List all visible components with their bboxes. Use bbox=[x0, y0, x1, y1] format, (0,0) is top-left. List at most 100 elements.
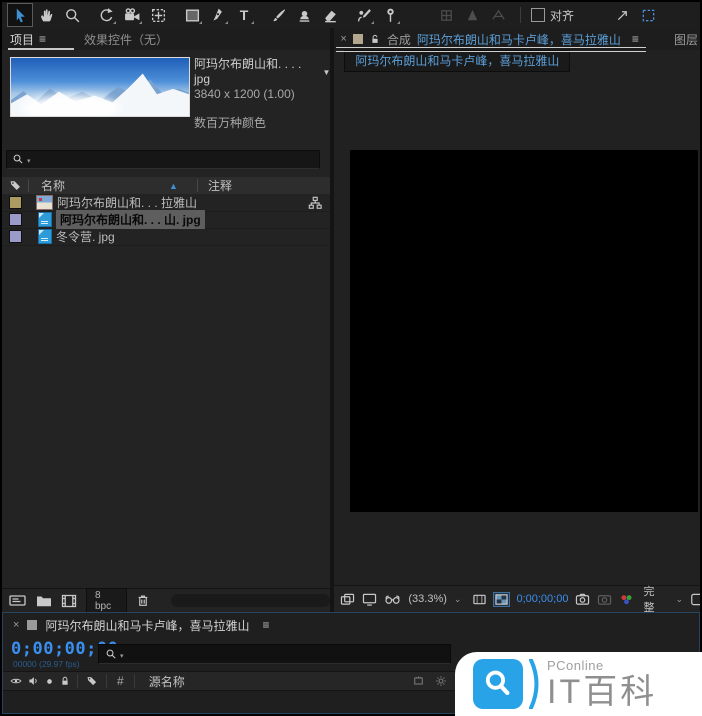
comp-tab-name[interactable]: 阿玛尔布朗山和马卡卢峰，喜马拉雅山 bbox=[417, 31, 621, 48]
resolution-value[interactable]: 完整 bbox=[643, 583, 654, 615]
project-footer: 8 bpc bbox=[2, 588, 330, 612]
panel-drag-square-icon[interactable] bbox=[27, 620, 37, 630]
magnifier-icon bbox=[64, 7, 81, 24]
selection-tool-button[interactable] bbox=[8, 4, 32, 26]
rectangle-tool-button[interactable] bbox=[180, 4, 204, 26]
tab-effect-controls[interactable]: 效果控件（无） bbox=[84, 31, 168, 48]
horizontal-scrollbar[interactable] bbox=[171, 594, 330, 607]
eraser-icon bbox=[322, 7, 339, 24]
frame-render-icon[interactable] bbox=[412, 675, 425, 687]
brush-tool-button[interactable] bbox=[266, 4, 290, 26]
sort-ascending-icon[interactable]: ▲ bbox=[169, 181, 197, 191]
label-column-tag-icon[interactable] bbox=[2, 179, 28, 192]
region-of-interest-button[interactable] bbox=[636, 4, 660, 26]
main-area: 项目 ≡ 效果控件（无） 阿玛尔布朗山和. . . . jpg ▼ 3840 x… bbox=[2, 28, 700, 612]
solo-icon[interactable] bbox=[44, 676, 55, 687]
comment-column-header[interactable]: 注释 bbox=[198, 177, 232, 194]
new-composition-icon[interactable] bbox=[61, 594, 77, 608]
composition-tabbar: × 合成 阿玛尔布朗山和马卡卢峰，喜马拉雅山 ≡ 图层 bbox=[334, 28, 700, 50]
footage-filename: 阿玛尔布朗山和. . . . jpg bbox=[194, 57, 314, 87]
trash-icon[interactable] bbox=[136, 593, 150, 608]
composition-viewer[interactable] bbox=[334, 72, 700, 585]
panel-menu-icon[interactable]: ≡ bbox=[39, 32, 46, 46]
monitor-icon[interactable] bbox=[362, 593, 377, 606]
search-icon bbox=[12, 153, 25, 166]
comp-breadcrumb[interactable]: 阿玛尔布朗山和马卡卢峰，喜马拉雅山 bbox=[344, 50, 570, 72]
transparency-grid-icon[interactable] bbox=[494, 593, 509, 606]
roi-icon[interactable] bbox=[472, 593, 487, 606]
hand-icon bbox=[38, 7, 55, 24]
clone-stamp-tool-button[interactable] bbox=[292, 4, 316, 26]
show-snapshot-icon[interactable] bbox=[597, 593, 612, 606]
footage-dimensions: 3840 x 1200 (1.00) bbox=[194, 87, 330, 102]
video-eye-icon[interactable] bbox=[9, 675, 23, 687]
project-panel: 项目 ≡ 效果控件（无） 阿玛尔布朗山和. . . . jpg ▼ 3840 x… bbox=[2, 28, 330, 612]
draft-3d-icon[interactable] bbox=[435, 675, 447, 687]
panel-drag-square-icon[interactable] bbox=[353, 34, 363, 44]
close-panel-icon[interactable]: × bbox=[13, 619, 19, 631]
snapshot-icon[interactable] bbox=[575, 593, 590, 606]
label-color-swatch[interactable] bbox=[9, 196, 22, 209]
3d-glasses-icon[interactable] bbox=[384, 593, 401, 606]
filename-dropdown-icon[interactable]: ▼ bbox=[322, 65, 330, 80]
snap-checkbox[interactable] bbox=[531, 8, 545, 22]
roto-brush-tool-button[interactable] bbox=[352, 4, 376, 26]
fast-previews-icon[interactable] bbox=[690, 593, 700, 606]
comp-tab-prefix: 合成 bbox=[387, 31, 411, 48]
item-label-selected[interactable]: 阿玛尔布朗山和. . . 山. jpg bbox=[56, 210, 205, 229]
new-folder-icon[interactable] bbox=[36, 594, 52, 608]
search-options-caret-icon[interactable]: ▾ bbox=[27, 157, 31, 165]
label-color-swatch[interactable] bbox=[9, 213, 22, 226]
rotation-tool-button[interactable] bbox=[94, 4, 118, 26]
magnification-dropdown-icon[interactable]: ⌄ bbox=[454, 594, 462, 605]
footage-color-depth: 数百万种颜色 bbox=[194, 116, 330, 131]
snap-toggle[interactable]: 对齐 bbox=[531, 7, 574, 24]
label-color-swatch[interactable] bbox=[9, 230, 22, 243]
puppet-pin-tool-button[interactable] bbox=[378, 4, 402, 26]
name-column-header[interactable]: 名称 bbox=[29, 177, 169, 194]
footage-preview-thumbnail[interactable] bbox=[10, 57, 190, 117]
composition-frame[interactable] bbox=[350, 150, 698, 512]
pan-behind-tool-button[interactable] bbox=[146, 4, 170, 26]
item-label[interactable]: 冬令营. jpg bbox=[56, 228, 115, 245]
label-column-tag-icon[interactable] bbox=[78, 675, 106, 687]
puppet-pin-icon bbox=[382, 7, 399, 24]
footage-info: 阿玛尔布朗山和. . . . jpg ▼ 3840 x 1200 (1.00) … bbox=[194, 57, 330, 131]
resolution-dropdown-icon[interactable]: ⌄ bbox=[675, 594, 683, 605]
bit-depth-button[interactable]: 8 bpc bbox=[86, 588, 127, 614]
item-label[interactable]: 阿玛尔布朗山和. . . 拉雅山 bbox=[57, 194, 197, 211]
pen-tool-button[interactable] bbox=[206, 4, 230, 26]
arrow-up-right-icon bbox=[615, 8, 630, 23]
panel-menu-icon[interactable]: ≡ bbox=[632, 32, 639, 46]
eraser-tool-button[interactable] bbox=[318, 4, 342, 26]
project-search-input[interactable]: ▾ bbox=[6, 150, 320, 169]
channel-rgb-icon[interactable] bbox=[619, 593, 634, 606]
project-item-footage[interactable]: 冬令营. jpg bbox=[2, 228, 330, 246]
project-item-selected-footage[interactable]: 阿玛尔布朗山和. . . 山. jpg bbox=[2, 211, 330, 229]
panel-menu-icon[interactable]: ≡ bbox=[262, 618, 269, 632]
preview-timecode[interactable]: 0;00;00;00 bbox=[516, 593, 568, 605]
hand-tool-button[interactable] bbox=[34, 4, 58, 26]
magnification-value[interactable]: (33.3%) bbox=[408, 593, 447, 605]
interpret-footage-icon[interactable] bbox=[9, 593, 27, 608]
timeline-search-input[interactable]: ▾ bbox=[98, 644, 451, 664]
type-tool-button[interactable]: T bbox=[232, 4, 256, 26]
close-panel-icon[interactable]: × bbox=[340, 33, 346, 45]
source-name-column-header[interactable]: 源名称 bbox=[135, 673, 185, 690]
lock-icon[interactable] bbox=[59, 675, 71, 687]
jpg-file-icon bbox=[38, 229, 52, 244]
lock-icon[interactable] bbox=[369, 33, 381, 46]
flowchart-icon[interactable] bbox=[308, 196, 322, 210]
zoom-tool-button[interactable] bbox=[60, 4, 84, 26]
tab-layers[interactable]: 图层 bbox=[674, 31, 698, 48]
project-content: 阿玛尔布朗山和. . . . jpg ▼ 3840 x 1200 (1.00) … bbox=[2, 50, 330, 612]
tab-project[interactable]: 项目 bbox=[10, 31, 34, 48]
audio-speaker-icon[interactable] bbox=[27, 675, 40, 687]
shared-view-button[interactable] bbox=[610, 4, 634, 26]
search-options-caret-icon[interactable]: ▾ bbox=[120, 652, 124, 660]
axis-mode-local-icon bbox=[434, 4, 458, 26]
always-preview-icon[interactable] bbox=[340, 593, 355, 606]
camera-tool-button[interactable] bbox=[120, 4, 144, 26]
index-column-header[interactable]: # bbox=[107, 674, 134, 688]
timeline-tab-name[interactable]: 阿玛尔布朗山和马卡卢峰，喜马拉雅山 bbox=[45, 617, 249, 634]
